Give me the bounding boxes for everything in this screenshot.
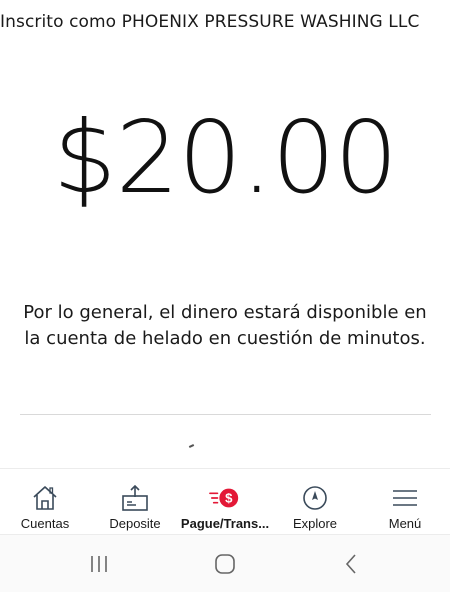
recent-apps-icon[interactable] bbox=[87, 553, 111, 575]
deposit-icon bbox=[119, 483, 151, 513]
availability-message: Por lo general, el dinero estará disponi… bbox=[23, 302, 427, 349]
home-icon bbox=[29, 483, 61, 513]
tab-menu[interactable]: Menú bbox=[360, 469, 450, 535]
tab-label: Cuentas bbox=[20, 516, 70, 531]
tab-label: Menú bbox=[388, 516, 422, 531]
tab-deposite[interactable]: Deposite bbox=[90, 469, 180, 535]
tab-explore[interactable]: Explore bbox=[270, 469, 360, 535]
system-navigation-bar bbox=[0, 534, 450, 592]
tab-label: Pague/Trans... bbox=[180, 516, 270, 531]
tab-label: Deposite bbox=[109, 516, 161, 531]
transfer-amount: $20.00 bbox=[53, 99, 398, 216]
svg-text:$: $ bbox=[225, 491, 233, 506]
back-icon[interactable] bbox=[340, 553, 364, 575]
tab-pague-transfiera[interactable]: $ Pague/Trans... bbox=[180, 469, 270, 535]
divider bbox=[20, 414, 431, 415]
loading-indicator bbox=[188, 444, 195, 448]
bottom-tab-bar: Cuentas Deposite $ Pague/Trans... Explor… bbox=[0, 468, 450, 535]
tab-cuentas[interactable]: Cuentas bbox=[0, 469, 90, 535]
hamburger-menu-icon bbox=[389, 483, 421, 513]
tab-label: Explore bbox=[292, 516, 338, 531]
registered-as-label: Inscrito como PHOENIX PRESSURE WASHING L… bbox=[0, 12, 420, 32]
pay-transfer-icon: $ bbox=[209, 483, 241, 513]
home-button-icon[interactable] bbox=[213, 553, 237, 575]
compass-icon bbox=[299, 483, 331, 513]
